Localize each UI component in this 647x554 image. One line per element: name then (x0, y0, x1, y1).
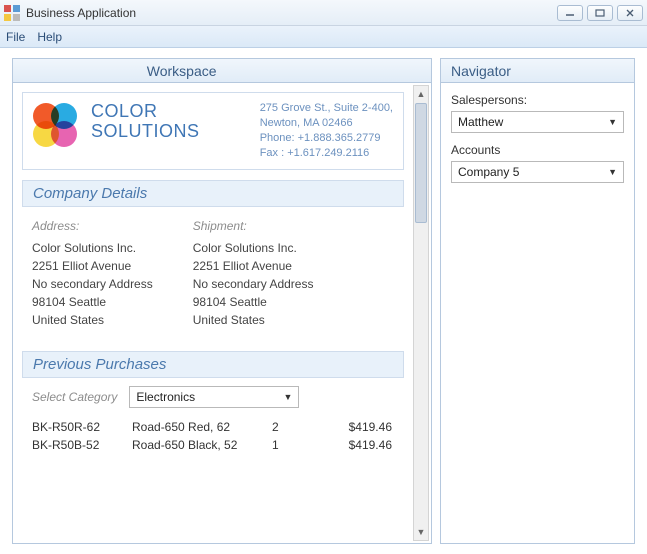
select-category-label: Select Category (32, 390, 117, 404)
chevron-down-icon: ▼ (608, 167, 617, 177)
chevron-down-icon: ▼ (608, 117, 617, 127)
navigator-panel: Navigator Salespersons: Matthew ▼ Accoun… (440, 58, 635, 544)
menu-help[interactable]: Help (37, 30, 62, 44)
scroll-thumb[interactable] (415, 103, 427, 223)
close-button[interactable] (617, 5, 643, 21)
workspace-header: Workspace (13, 59, 431, 83)
scroll-down-icon[interactable]: ▼ (414, 524, 428, 540)
address-label: Address: (32, 217, 153, 235)
menu-file[interactable]: File (6, 30, 25, 44)
salespersons-label: Salespersons: (451, 93, 624, 107)
table-row: BK-R50R-62 Road-650 Red, 62 2 $419.46 (32, 418, 412, 436)
company-box: COLOR SOLUTIONS 275 Grove St., Suite 2-4… (22, 92, 404, 170)
accounts-dropdown[interactable]: Company 5 ▼ (451, 161, 624, 183)
navigator-header: Navigator (441, 59, 634, 83)
company-contact: 275 Grove St., Suite 2-400, Newton, MA 0… (260, 101, 393, 161)
address-block: Address: Color Solutions Inc. 2251 Ellio… (32, 217, 153, 329)
accounts-label: Accounts (451, 143, 624, 157)
company-logo-icon (33, 103, 77, 147)
company-details: Address: Color Solutions Inc. 2251 Ellio… (22, 207, 422, 341)
salespersons-dropdown[interactable]: Matthew ▼ (451, 111, 624, 133)
menubar: File Help (0, 26, 647, 48)
shipment-label: Shipment: (193, 217, 314, 235)
table-row: BK-R50B-52 Road-650 Black, 52 1 $419.46 (32, 436, 412, 454)
scroll-up-icon[interactable]: ▲ (414, 86, 428, 102)
minimize-button[interactable] (557, 5, 583, 21)
category-dropdown[interactable]: Electronics ▼ (129, 386, 299, 408)
section-company-details: Company Details (22, 180, 404, 207)
window-title: Business Application (26, 6, 136, 20)
maximize-button[interactable] (587, 5, 613, 21)
app-icon (4, 5, 20, 21)
workspace-panel: Workspace COLOR SOLUTIONS 275 Grove St.,… (12, 58, 432, 544)
purchases-table: BK-R50R-62 Road-650 Red, 62 2 $419.46 BK… (22, 418, 422, 454)
chevron-down-icon: ▼ (283, 392, 292, 402)
scrollbar[interactable]: ▲ ▼ (413, 85, 429, 541)
titlebar: Business Application (0, 0, 647, 26)
company-name: COLOR SOLUTIONS (91, 101, 200, 161)
shipment-block: Shipment: Color Solutions Inc. 2251 Elli… (193, 217, 314, 329)
section-previous-purchases: Previous Purchases (22, 351, 404, 378)
